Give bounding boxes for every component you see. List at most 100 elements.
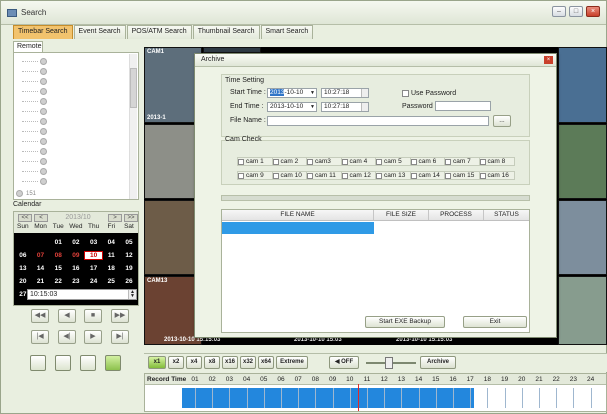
video-cell[interactable] — [558, 47, 607, 123]
cam-checkbox-12[interactable]: cam 12 — [340, 171, 377, 180]
browse-button[interactable]: ... — [493, 115, 511, 127]
tab-pos-atm-search[interactable]: POS/ATM Search — [126, 25, 192, 39]
checkbox-icon[interactable] — [238, 158, 244, 165]
cam-checkbox-5[interactable]: cam 5 — [375, 157, 411, 166]
use-password-checkbox[interactable] — [402, 90, 409, 97]
checkbox-icon[interactable] — [479, 158, 486, 165]
exit-button[interactable]: Exit — [463, 316, 527, 328]
end-time-field[interactable]: 10:27:18 — [321, 102, 369, 112]
cam-checkbox-6[interactable]: cam 6 — [409, 157, 446, 166]
tab-smart-search[interactable]: Smart Search — [260, 25, 314, 39]
calendar-day[interactable]: 02 — [67, 239, 85, 246]
frame-back-button[interactable]: ◀| — [58, 330, 76, 344]
cam-checkbox-15[interactable]: cam 15 — [444, 171, 480, 180]
calendar-day[interactable]: 11 — [102, 252, 120, 259]
cam-checkbox-8[interactable]: cam 8 — [478, 157, 515, 166]
checkbox-icon[interactable] — [376, 158, 382, 165]
layout-9-button[interactable] — [80, 355, 96, 371]
calendar-day[interactable]: 08 — [49, 252, 67, 259]
calendar-day[interactable]: 21 — [32, 278, 50, 285]
calendar-day[interactable]: 23 — [67, 278, 85, 285]
cam-checkbox-4[interactable]: cam 4 — [340, 157, 377, 166]
video-cell[interactable] — [558, 200, 607, 275]
calendar-day[interactable]: 10 — [83, 250, 104, 260]
start-time-field[interactable]: 10:27:18 — [321, 88, 369, 98]
video-cell[interactable] — [558, 124, 607, 199]
camera-tree[interactable]: 151 — [13, 52, 139, 200]
table-row[interactable] — [222, 222, 374, 234]
checkbox-icon[interactable] — [479, 172, 486, 179]
checkbox-icon[interactable] — [410, 172, 417, 179]
prev-month-button[interactable]: < — [34, 213, 48, 222]
calendar-day[interactable]: 24 — [85, 278, 103, 285]
calendar-day[interactable]: 26 — [120, 278, 138, 285]
cam-checkbox-13[interactable]: cam 13 — [375, 171, 411, 180]
calendar-day[interactable]: 03 — [85, 239, 103, 246]
maximize-button[interactable]: □ — [569, 6, 583, 17]
cam-checkbox-2[interactable]: cam 2 — [271, 157, 308, 166]
checkbox-icon[interactable] — [341, 172, 348, 179]
calendar-day[interactable]: 12 — [120, 252, 138, 259]
speed-x4-button[interactable]: x4 — [186, 356, 202, 369]
tree-item[interactable] — [22, 127, 50, 136]
start-date-field[interactable]: 2013-10-10 ▼ — [267, 88, 317, 98]
layout-16-button[interactable] — [105, 355, 121, 371]
checkbox-icon[interactable] — [272, 158, 279, 165]
step-forward-button[interactable]: ▶| — [111, 330, 129, 344]
playback-time-field[interactable]: 10:15:03 ▲ ▼ — [27, 289, 137, 300]
column-process[interactable]: PROCESS — [429, 210, 484, 220]
tree-item[interactable] — [22, 157, 50, 166]
calendar-day[interactable]: 06 — [14, 252, 32, 259]
audio-toggle-button[interactable]: ◀ OFF — [329, 356, 359, 369]
layout-4-button[interactable] — [55, 355, 71, 371]
tree-item[interactable] — [22, 147, 50, 156]
speed-x2-button[interactable]: x2 — [168, 356, 184, 369]
tab-remote[interactable]: Remote — [13, 41, 43, 52]
video-cell[interactable] — [558, 276, 607, 345]
cam-checkbox-11[interactable]: cam 11 — [306, 171, 342, 180]
tree-item[interactable] — [22, 87, 50, 96]
step-back-button[interactable]: |◀ — [31, 330, 49, 344]
volume-slider-thumb[interactable] — [385, 357, 393, 369]
tree-item[interactable] — [22, 97, 50, 106]
column-file-size[interactable]: FILE SIZE — [374, 210, 429, 220]
close-button[interactable]: × — [586, 6, 600, 17]
timeline-cursor[interactable] — [358, 384, 359, 411]
calendar-day[interactable]: 25 — [102, 278, 120, 285]
cam-checkbox-14[interactable]: cam 14 — [409, 171, 446, 180]
chevron-down-icon[interactable]: ▼ — [310, 103, 315, 111]
chevron-down-icon[interactable]: ▼ — [310, 89, 315, 97]
tree-item[interactable] — [22, 67, 50, 76]
calendar-day[interactable]: 18 — [102, 265, 120, 272]
checkbox-icon[interactable] — [238, 172, 244, 179]
calendar-day[interactable]: 09 — [67, 252, 85, 259]
start-backup-button[interactable]: Start EXE Backup — [365, 316, 445, 328]
tree-item[interactable] — [22, 167, 50, 176]
cam-checkbox-1[interactable]: cam 1 — [237, 157, 273, 166]
checkbox-icon[interactable] — [307, 172, 313, 179]
dialog-close-icon[interactable]: × — [544, 56, 553, 64]
column-file-name[interactable]: FILE NAME — [222, 210, 374, 220]
scroll-thumb[interactable] — [130, 68, 137, 108]
speed-x32-button[interactable]: x32 — [240, 356, 256, 369]
calendar-day[interactable]: 19 — [120, 265, 138, 272]
spinner-icon[interactable] — [361, 89, 368, 97]
fast-rewind-button[interactable]: ◀◀ — [31, 309, 49, 323]
play-button[interactable]: ▶ — [84, 330, 102, 344]
speed-x16-button[interactable]: x16 — [222, 356, 238, 369]
checkbox-icon[interactable] — [410, 158, 417, 165]
cam-checkbox-9[interactable]: cam 9 — [237, 171, 273, 180]
tree-item[interactable] — [22, 137, 50, 146]
speed-x8-button[interactable]: x8 — [204, 356, 220, 369]
checkbox-icon[interactable] — [307, 158, 313, 165]
cam-checkbox-10[interactable]: cam 10 — [271, 171, 308, 180]
cam-checkbox-7[interactable]: cam 7 — [444, 157, 480, 166]
calendar-day[interactable]: 22 — [49, 278, 67, 285]
end-date-field[interactable]: 2013-10-10 ▼ — [267, 102, 317, 112]
tab-event-search[interactable]: Event Search — [73, 25, 126, 39]
calendar-day[interactable]: 20 — [14, 278, 32, 285]
cam-checkbox-16[interactable]: cam 16 — [478, 171, 515, 180]
calendar-day[interactable]: 01 — [49, 239, 67, 246]
checkbox-icon[interactable] — [376, 172, 382, 179]
next-month-button[interactable]: > — [108, 213, 122, 222]
